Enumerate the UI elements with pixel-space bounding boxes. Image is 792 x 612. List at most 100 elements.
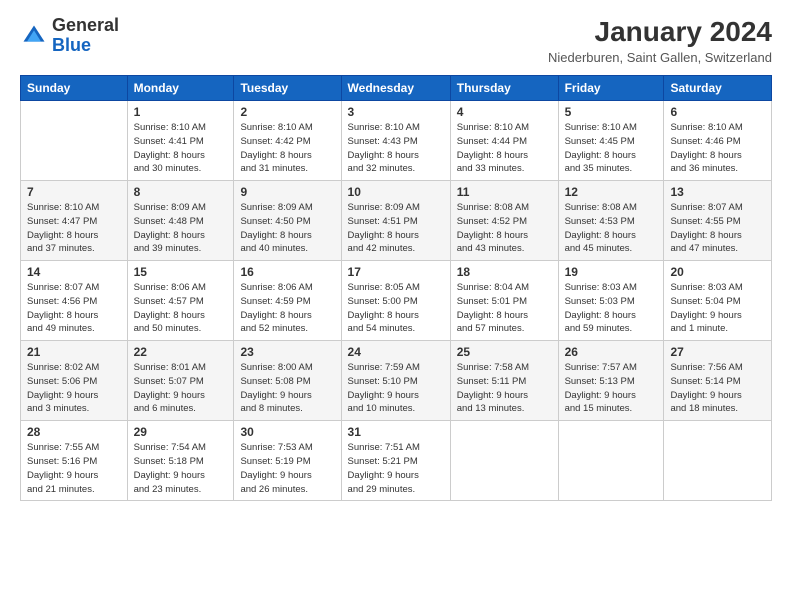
day-number: 30: [240, 425, 334, 439]
day-info: Sunrise: 7:57 AM Sunset: 5:13 PM Dayligh…: [565, 361, 658, 416]
day-number: 8: [134, 185, 228, 199]
day-number: 13: [670, 185, 765, 199]
day-number: 19: [565, 265, 658, 279]
table-row: 17 Sunrise: 8:05 AM Sunset: 5:00 PM Dayli…: [341, 261, 450, 341]
day-info: Sunrise: 8:06 AM Sunset: 4:59 PM Dayligh…: [240, 281, 334, 336]
day-number: 9: [240, 185, 334, 199]
day-number: 18: [457, 265, 552, 279]
day-info: Sunrise: 8:10 AM Sunset: 4:46 PM Dayligh…: [670, 121, 765, 176]
day-number: 11: [457, 185, 552, 199]
table-row: 29 Sunrise: 7:54 AM Sunset: 5:18 PM Dayli…: [127, 421, 234, 501]
calendar-header-row: Sunday Monday Tuesday Wednesday Thursday…: [21, 76, 772, 101]
table-row: 15 Sunrise: 8:06 AM Sunset: 4:57 PM Dayli…: [127, 261, 234, 341]
day-info: Sunrise: 7:54 AM Sunset: 5:18 PM Dayligh…: [134, 441, 228, 496]
day-info: Sunrise: 8:04 AM Sunset: 5:01 PM Dayligh…: [457, 281, 552, 336]
day-info: Sunrise: 8:03 AM Sunset: 5:04 PM Dayligh…: [670, 281, 765, 336]
month-title: January 2024: [548, 16, 772, 48]
col-thursday: Thursday: [450, 76, 558, 101]
col-tuesday: Tuesday: [234, 76, 341, 101]
col-friday: Friday: [558, 76, 664, 101]
day-number: 1: [134, 105, 228, 119]
day-number: 31: [348, 425, 444, 439]
table-row: 7 Sunrise: 8:10 AM Sunset: 4:47 PM Daylig…: [21, 181, 128, 261]
day-number: 28: [27, 425, 121, 439]
day-info: Sunrise: 8:10 AM Sunset: 4:42 PM Dayligh…: [240, 121, 334, 176]
day-number: 10: [348, 185, 444, 199]
table-row: 14 Sunrise: 8:07 AM Sunset: 4:56 PM Dayli…: [21, 261, 128, 341]
page: General Blue January 2024 Niederburen, S…: [0, 0, 792, 612]
table-row: 13 Sunrise: 8:07 AM Sunset: 4:55 PM Dayli…: [664, 181, 772, 261]
table-row: 2 Sunrise: 8:10 AM Sunset: 4:42 PM Daylig…: [234, 101, 341, 181]
table-row: 5Sunrise: 8:10 AM Sunset: 4:45 PM Daylig…: [558, 101, 664, 181]
table-row: 30Sunrise: 7:53 AM Sunset: 5:19 PM Dayli…: [234, 421, 341, 501]
table-row: 27 Sunrise: 7:56 AM Sunset: 5:14 PM Dayli…: [664, 341, 772, 421]
table-row: 10 Sunrise: 8:09 AM Sunset: 4:51 PM Dayli…: [341, 181, 450, 261]
day-info: Sunrise: 7:58 AM Sunset: 5:11 PM Dayligh…: [457, 361, 552, 416]
table-row: 12Sunrise: 8:08 AM Sunset: 4:53 PM Dayli…: [558, 181, 664, 261]
day-number: 24: [348, 345, 444, 359]
day-info: Sunrise: 8:00 AM Sunset: 5:08 PM Dayligh…: [240, 361, 334, 416]
header: General Blue January 2024 Niederburen, S…: [20, 16, 772, 65]
day-number: 6: [670, 105, 765, 119]
day-info: Sunrise: 8:09 AM Sunset: 4:51 PM Dayligh…: [348, 201, 444, 256]
calendar-week-row: 7 Sunrise: 8:10 AM Sunset: 4:47 PM Daylig…: [21, 181, 772, 261]
table-row: 21 Sunrise: 8:02 AM Sunset: 5:06 PM Dayli…: [21, 341, 128, 421]
day-number: 14: [27, 265, 121, 279]
table-row: 18 Sunrise: 8:04 AM Sunset: 5:01 PM Dayli…: [450, 261, 558, 341]
day-info: Sunrise: 8:10 AM Sunset: 4:43 PM Dayligh…: [348, 121, 444, 176]
day-number: 2: [240, 105, 334, 119]
day-info: Sunrise: 8:09 AM Sunset: 4:48 PM Dayligh…: [134, 201, 228, 256]
day-info: Sunrise: 8:07 AM Sunset: 4:56 PM Dayligh…: [27, 281, 121, 336]
day-number: 7: [27, 185, 121, 199]
day-info: Sunrise: 8:08 AM Sunset: 4:53 PM Dayligh…: [565, 201, 658, 256]
table-row: 28 Sunrise: 7:55 AM Sunset: 5:16 PM Dayli…: [21, 421, 128, 501]
day-number: 20: [670, 265, 765, 279]
table-row: 3 Sunrise: 8:10 AM Sunset: 4:43 PM Daylig…: [341, 101, 450, 181]
day-number: 23: [240, 345, 334, 359]
table-row: 24 Sunrise: 7:59 AM Sunset: 5:10 PM Dayli…: [341, 341, 450, 421]
day-number: 4: [457, 105, 552, 119]
calendar-body: 1 Sunrise: 8:10 AM Sunset: 4:41 PM Daylig…: [21, 101, 772, 501]
day-info: Sunrise: 8:05 AM Sunset: 5:00 PM Dayligh…: [348, 281, 444, 336]
col-saturday: Saturday: [664, 76, 772, 101]
day-info: Sunrise: 7:59 AM Sunset: 5:10 PM Dayligh…: [348, 361, 444, 416]
day-number: 15: [134, 265, 228, 279]
day-info: Sunrise: 7:55 AM Sunset: 5:16 PM Dayligh…: [27, 441, 121, 496]
day-info: Sunrise: 8:08 AM Sunset: 4:52 PM Dayligh…: [457, 201, 552, 256]
day-number: 21: [27, 345, 121, 359]
day-info: Sunrise: 8:07 AM Sunset: 4:55 PM Dayligh…: [670, 201, 765, 256]
table-row: 31Sunrise: 7:51 AM Sunset: 5:21 PM Dayli…: [341, 421, 450, 501]
logo-icon: [20, 22, 48, 50]
table-row: 22Sunrise: 8:01 AM Sunset: 5:07 PM Dayli…: [127, 341, 234, 421]
table-row: 25 Sunrise: 7:58 AM Sunset: 5:11 PM Dayli…: [450, 341, 558, 421]
day-info: Sunrise: 7:56 AM Sunset: 5:14 PM Dayligh…: [670, 361, 765, 416]
table-row: 26 Sunrise: 7:57 AM Sunset: 5:13 PM Dayli…: [558, 341, 664, 421]
logo: General Blue: [20, 16, 119, 56]
title-block: January 2024 Niederburen, Saint Gallen, …: [548, 16, 772, 65]
day-info: Sunrise: 8:06 AM Sunset: 4:57 PM Dayligh…: [134, 281, 228, 336]
day-number: 27: [670, 345, 765, 359]
day-number: 5: [565, 105, 658, 119]
day-info: Sunrise: 8:10 AM Sunset: 4:41 PM Dayligh…: [134, 121, 228, 176]
day-number: 16: [240, 265, 334, 279]
calendar-week-row: 28 Sunrise: 7:55 AM Sunset: 5:16 PM Dayli…: [21, 421, 772, 501]
table-row: 9Sunrise: 8:09 AM Sunset: 4:50 PM Daylig…: [234, 181, 341, 261]
day-number: 26: [565, 345, 658, 359]
day-number: 29: [134, 425, 228, 439]
day-info: Sunrise: 8:01 AM Sunset: 5:07 PM Dayligh…: [134, 361, 228, 416]
table-row: 23 Sunrise: 8:00 AM Sunset: 5:08 PM Dayli…: [234, 341, 341, 421]
logo-text: General Blue: [52, 16, 119, 56]
day-number: 3: [348, 105, 444, 119]
day-number: 25: [457, 345, 552, 359]
day-info: Sunrise: 8:02 AM Sunset: 5:06 PM Dayligh…: [27, 361, 121, 416]
table-row: 19Sunrise: 8:03 AM Sunset: 5:03 PM Dayli…: [558, 261, 664, 341]
table-row: 1 Sunrise: 8:10 AM Sunset: 4:41 PM Daylig…: [127, 101, 234, 181]
table-row: [450, 421, 558, 501]
table-row: 16 Sunrise: 8:06 AM Sunset: 4:59 PM Dayli…: [234, 261, 341, 341]
day-info: Sunrise: 8:10 AM Sunset: 4:47 PM Dayligh…: [27, 201, 121, 256]
table-row: 4 Sunrise: 8:10 AM Sunset: 4:44 PM Daylig…: [450, 101, 558, 181]
table-row: 20 Sunrise: 8:03 AM Sunset: 5:04 PM Dayli…: [664, 261, 772, 341]
day-info: Sunrise: 8:10 AM Sunset: 4:44 PM Dayligh…: [457, 121, 552, 176]
day-number: 17: [348, 265, 444, 279]
col-sunday: Sunday: [21, 76, 128, 101]
